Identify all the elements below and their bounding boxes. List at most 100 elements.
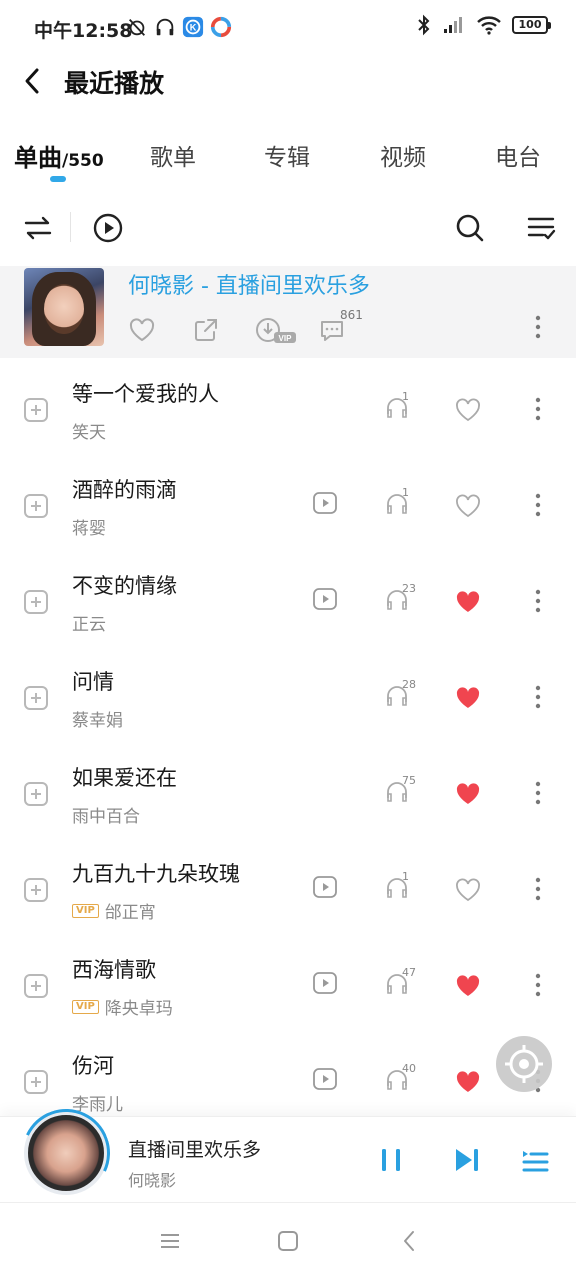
shuffle-sort-icon[interactable] bbox=[22, 212, 54, 244]
song-title: 不变的情缘 bbox=[72, 574, 177, 598]
song-row[interactable]: 不变的情缘 正云 23 bbox=[0, 550, 576, 646]
more-icon[interactable] bbox=[530, 876, 546, 902]
play-all-icon[interactable] bbox=[92, 212, 124, 244]
bluetooth-icon bbox=[418, 14, 430, 36]
more-icon[interactable] bbox=[530, 492, 546, 518]
song-title: 酒醉的雨滴 bbox=[72, 478, 177, 502]
mv-play-icon[interactable] bbox=[312, 1066, 338, 1092]
listen-count: 47 bbox=[402, 966, 416, 979]
liked-heart-icon[interactable] bbox=[455, 782, 481, 806]
list-toolbar bbox=[0, 200, 576, 256]
more-icon[interactable] bbox=[530, 780, 546, 806]
song-row[interactable]: 问情蔡幸娟 28 bbox=[0, 646, 576, 742]
add-to-playlist-icon[interactable] bbox=[24, 974, 48, 998]
listen-count: 40 bbox=[402, 1062, 416, 1075]
more-icon[interactable] bbox=[530, 396, 546, 422]
svg-text:VIP: VIP bbox=[279, 334, 293, 343]
share-icon[interactable] bbox=[192, 316, 220, 344]
liked-heart-icon[interactable] bbox=[455, 686, 481, 710]
mv-play-icon[interactable] bbox=[312, 970, 338, 996]
song-row[interactable]: 酒醉的雨滴蒋婴 1 bbox=[0, 454, 576, 550]
status-bar: 中午12:58 K 100 bbox=[0, 0, 576, 56]
now-playing-item[interactable]: 何晓影 - 直播间里欢乐多 VIP 861 bbox=[0, 266, 576, 358]
search-icon[interactable] bbox=[454, 212, 486, 244]
song-artist-line: 正云 bbox=[72, 610, 106, 635]
add-to-playlist-icon[interactable] bbox=[24, 494, 48, 518]
download-vip-icon[interactable]: VIP bbox=[256, 316, 298, 344]
like-icon[interactable] bbox=[128, 316, 156, 344]
tab-singles-count: /550 bbox=[62, 151, 104, 171]
heart-icon[interactable] bbox=[455, 494, 481, 518]
song-artist: 正云 bbox=[72, 615, 106, 635]
next-track-icon[interactable] bbox=[452, 1145, 482, 1175]
liked-heart-icon[interactable] bbox=[455, 1070, 481, 1094]
mv-play-icon[interactable] bbox=[312, 874, 338, 900]
add-to-playlist-icon[interactable] bbox=[24, 590, 48, 614]
song-artist-line: VIP 降央卓玛 bbox=[72, 994, 173, 1019]
mini-player[interactable]: 直播间里欢乐多 何晓影 bbox=[0, 1096, 576, 1210]
menu-nav-icon[interactable] bbox=[158, 1229, 182, 1253]
song-artist-line: 笑天 bbox=[72, 418, 106, 443]
signal-icon bbox=[444, 17, 462, 33]
song-artist: 笑天 bbox=[72, 423, 106, 443]
tab-bar: 单曲/550 歌单 专辑 视频 电台 bbox=[0, 130, 576, 190]
tab-singles[interactable]: 单曲/550 bbox=[14, 138, 104, 173]
page-header: 最近播放 bbox=[0, 56, 576, 112]
song-artist: 蒋婴 bbox=[72, 519, 106, 539]
add-to-playlist-icon[interactable] bbox=[24, 782, 48, 806]
locate-icon bbox=[505, 1045, 543, 1083]
back-arrow-icon[interactable] bbox=[18, 66, 48, 96]
add-to-playlist-icon[interactable] bbox=[24, 1070, 48, 1094]
listen-count: 1 bbox=[402, 390, 409, 403]
more-icon[interactable] bbox=[530, 684, 546, 710]
liked-heart-icon[interactable] bbox=[455, 974, 481, 998]
tab-playlists[interactable]: 歌单 bbox=[150, 138, 196, 172]
listen-count: 28 bbox=[402, 678, 416, 691]
home-nav-icon[interactable] bbox=[276, 1229, 300, 1253]
more-icon[interactable] bbox=[530, 314, 546, 340]
song-row[interactable]: 西海情歌 VIP 降央卓玛 47 bbox=[0, 934, 576, 1030]
comment-count: 861 bbox=[340, 308, 363, 322]
liked-heart-icon[interactable] bbox=[455, 590, 481, 614]
vip-badge: VIP bbox=[72, 999, 99, 1014]
song-title: 伤河 bbox=[72, 1054, 114, 1078]
mv-play-icon[interactable] bbox=[312, 586, 338, 612]
tab-albums[interactable]: 专辑 bbox=[264, 138, 310, 172]
mini-player-artist: 何晓影 bbox=[128, 1171, 177, 1190]
playlist-queue-icon[interactable] bbox=[520, 1145, 550, 1175]
song-row[interactable]: 伤河 李雨儿 40 bbox=[0, 1030, 576, 1126]
mv-play-icon[interactable] bbox=[312, 490, 338, 516]
add-to-playlist-icon[interactable] bbox=[24, 398, 48, 422]
tab-radio[interactable]: 电台 bbox=[495, 138, 541, 172]
song-row[interactable]: 等一个爱我的人 笑天 1 bbox=[0, 358, 576, 454]
song-artist: 蔡幸娟 bbox=[72, 711, 123, 731]
wifi-icon bbox=[477, 16, 501, 35]
song-title: 问情 bbox=[72, 670, 114, 694]
multi-select-icon[interactable] bbox=[526, 212, 558, 244]
song-cover bbox=[24, 268, 104, 346]
back-nav-icon[interactable] bbox=[398, 1229, 422, 1253]
floating-locate-button[interactable] bbox=[496, 1036, 552, 1092]
heart-icon[interactable] bbox=[455, 878, 481, 902]
tab-indicator bbox=[50, 176, 66, 182]
battery-indicator: 100 bbox=[512, 16, 551, 34]
pause-icon[interactable] bbox=[376, 1145, 406, 1175]
colorful-app-icon bbox=[210, 16, 232, 38]
page-title: 最近播放 bbox=[64, 69, 165, 98]
mini-player-title: 直播间里欢乐多 bbox=[128, 1139, 262, 1161]
tab-videos[interactable]: 视频 bbox=[380, 138, 426, 172]
system-nav-bar bbox=[0, 1202, 576, 1280]
mini-player-cover[interactable] bbox=[9, 1096, 123, 1210]
more-icon[interactable] bbox=[530, 588, 546, 614]
song-row[interactable]: 九百九十九朵玫瑰 VIP 邰正宵 1 bbox=[0, 838, 576, 934]
now-playing-title: 何晓影 - 直播间里欢乐多 bbox=[128, 274, 370, 299]
heart-icon[interactable] bbox=[455, 398, 481, 422]
add-to-playlist-icon[interactable] bbox=[24, 878, 48, 902]
song-row[interactable]: 如果爱还在 雨中百合 75 bbox=[0, 742, 576, 838]
song-artist-line: VIP 邰正宵 bbox=[72, 898, 156, 923]
listen-count: 1 bbox=[402, 486, 409, 499]
more-icon[interactable] bbox=[530, 972, 546, 998]
add-to-playlist-icon[interactable] bbox=[24, 686, 48, 710]
toolbar-divider bbox=[70, 212, 71, 242]
svg-text:K: K bbox=[190, 23, 197, 33]
